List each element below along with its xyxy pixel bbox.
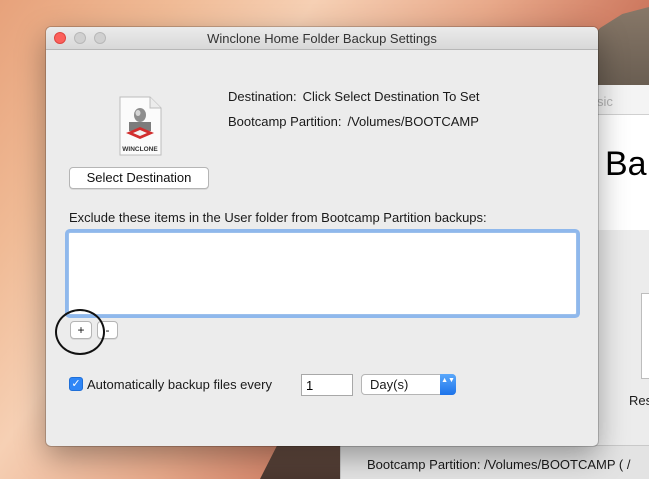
bootcamp-row: Bootcamp Partition: /Volumes/BOOTCAMP	[228, 114, 479, 129]
exclude-label: Exclude these items in the User folder f…	[69, 210, 487, 225]
background-tab-label: sic	[597, 94, 613, 109]
window-title: Winclone Home Folder Backup Settings	[207, 31, 437, 46]
select-destination-button[interactable]: Select Destination	[69, 167, 209, 189]
background-status-bar: Bootcamp Partition: /Volumes/BOOTCAMP ( …	[341, 445, 649, 479]
destination-value: Click Select Destination To Set	[302, 89, 480, 104]
auto-backup-checkbox[interactable]: ✓	[69, 377, 83, 391]
winclone-app-icon: WINCLONE	[119, 96, 162, 156]
backup-interval-field[interactable]	[301, 374, 353, 396]
bootcamp-label: Bootcamp Partition:	[228, 114, 342, 129]
icon-label: WINCLONE	[122, 146, 158, 153]
exclude-items-list[interactable]	[68, 232, 577, 315]
annotation-circle	[55, 309, 105, 355]
destination-label: Destination:	[228, 89, 297, 104]
background-document-icon	[641, 293, 649, 379]
auto-backup-label[interactable]: Automatically backup files every	[87, 377, 272, 392]
background-title: Ba	[605, 145, 647, 183]
interval-unit-value: Day(s)	[370, 377, 409, 392]
background-status-text: Bootcamp Partition: /Volumes/BOOTCAMP ( …	[367, 457, 631, 472]
chevron-up-down-icon: ▲▼	[440, 374, 456, 395]
destination-row: Destination: Click Select Destination To …	[228, 89, 479, 104]
background-label: Res	[629, 393, 649, 408]
bootcamp-value: /Volumes/BOOTCAMP	[347, 114, 479, 129]
interval-unit-popup[interactable]: Day(s) ▲▼	[361, 374, 456, 395]
title-bar[interactable]: Winclone Home Folder Backup Settings	[46, 27, 598, 50]
backup-settings-dialog: Winclone Home Folder Backup Settings WIN…	[46, 27, 598, 446]
